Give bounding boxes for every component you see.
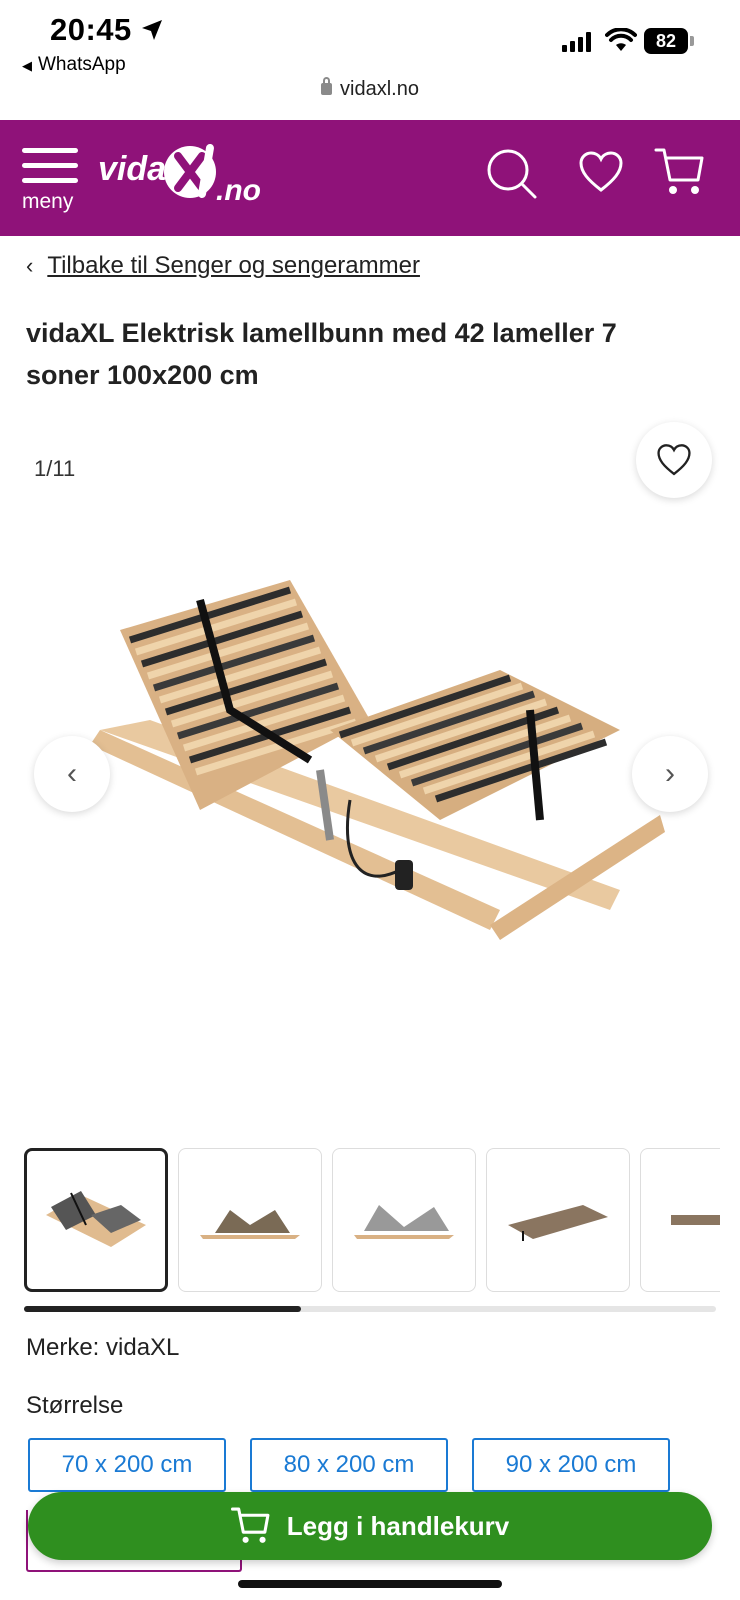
battery-level: 82 [644,28,688,54]
gallery-scroll-thumb[interactable] [24,1306,301,1312]
size-label: Størrelse [26,1392,124,1419]
location-arrow-icon [142,20,162,40]
cart-icon[interactable] [654,146,706,198]
size-option[interactable]: 80 x 200 cm [250,1438,448,1492]
thumbnail[interactable] [640,1148,720,1292]
vidaxl-logo[interactable]: vida .no [98,138,278,208]
thumbnail[interactable] [332,1148,476,1292]
wifi-icon [605,28,637,51]
cellular-signal-icon [562,32,591,52]
thumbnail-image [354,1205,454,1239]
home-indicator[interactable] [238,1580,502,1588]
chevron-right-icon: › [665,757,675,790]
image-counter: 1/11 [34,456,76,481]
thumbnail-image [200,1210,300,1239]
search-icon[interactable] [486,148,538,200]
previous-image-button[interactable]: ‹ [34,736,110,812]
favorite-button[interactable] [636,422,712,498]
breadcrumb[interactable]: ‹ Tilbake til Senger og sengerammer [26,252,420,280]
thumbnail-image [508,1205,608,1241]
address-bar[interactable]: vidaxl.no [0,77,740,101]
heart-icon [657,444,691,476]
back-to-app-link[interactable]: ◀ WhatsApp [22,54,126,76]
next-image-button[interactable]: › [632,736,708,812]
menu-button[interactable] [22,148,80,193]
chevron-left-icon: ‹ [67,757,77,790]
thumbnail[interactable] [486,1148,630,1292]
status-bar: 20:45 ◀ WhatsApp 82 vidaxl.no [0,0,740,120]
gallery-scrollbar[interactable] [24,1306,716,1312]
size-option[interactable]: 70 x 200 cm [28,1438,226,1492]
thumbnail[interactable] [24,1148,168,1292]
thumbnail[interactable] [178,1148,322,1292]
lock-icon [321,77,333,95]
cart-icon [230,1507,270,1543]
chevron-left-icon: ‹ [26,253,34,278]
thumbnail-image [671,1215,720,1225]
clock: 20:45 [50,12,132,47]
thumbnail-image [46,1191,146,1247]
back-app-label: WhatsApp [38,54,126,75]
thumbnail-strip[interactable] [24,1148,720,1294]
site-header: meny vida .no [0,120,740,236]
add-to-cart-label: Legg i handlekurv [286,1510,510,1541]
svg-text:vida: vida [98,150,166,188]
battery-icon: 82 [644,28,694,54]
svg-text:.no: .no [216,174,261,207]
menu-label: meny [22,190,74,213]
url-text: vidaxl.no [340,78,419,100]
heart-icon[interactable] [578,150,624,194]
product-title: vidaXL Elektrisk lamellbunn med 42 lamel… [26,318,617,390]
add-to-cart-button[interactable]: Legg i handlekurv [28,1492,712,1560]
breadcrumb-link[interactable]: Tilbake til Senger og sengerammer [47,252,420,279]
product-image[interactable] [60,560,700,960]
brand-line: Merke: vidaXL [26,1334,180,1361]
back-triangle-icon: ◀ [22,58,32,73]
size-option[interactable]: 90 x 200 cm [472,1438,670,1492]
